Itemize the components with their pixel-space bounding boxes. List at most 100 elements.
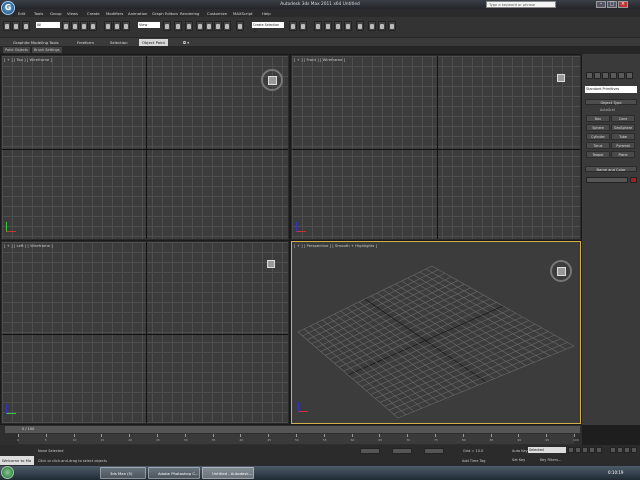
menu-views[interactable]: Views bbox=[67, 11, 78, 16]
teapot-button[interactable]: Teapot bbox=[586, 151, 610, 158]
viewcube-icon[interactable] bbox=[264, 260, 278, 272]
viewport-top[interactable]: [ + ] [ Top ] [ Wireframe ] bbox=[1, 55, 289, 240]
minimize-button[interactable]: – bbox=[596, 1, 606, 8]
system-tray[interactable] bbox=[588, 469, 606, 476]
menu-group[interactable]: Group bbox=[50, 11, 62, 16]
paint-objects-panel[interactable]: Paint Objects bbox=[3, 47, 30, 53]
select-by-name-icon[interactable] bbox=[71, 21, 79, 31]
select-manipulate-icon[interactable] bbox=[174, 21, 182, 31]
help-search-input[interactable]: Type a keyword or phrase bbox=[486, 1, 556, 8]
autogrid-checkbox[interactable]: AutoGrid bbox=[600, 108, 615, 112]
viewport-left[interactable]: [ + ] [ Left ] [ Wireframe ] bbox=[1, 241, 289, 424]
next-frame-icon[interactable] bbox=[589, 447, 595, 453]
taskbar-item-photoshop[interactable]: Adobe Photoshop C... bbox=[148, 467, 200, 479]
zoom-all-icon[interactable] bbox=[617, 447, 623, 453]
viewcube-icon[interactable] bbox=[554, 74, 568, 86]
render-production-icon[interactable] bbox=[388, 21, 396, 31]
object-type-rollout[interactable]: Object Type bbox=[585, 99, 637, 105]
pan-icon[interactable] bbox=[624, 447, 630, 453]
modify-tab-icon[interactable] bbox=[594, 72, 601, 79]
layer-manager-icon[interactable] bbox=[314, 21, 322, 31]
geosphere-button[interactable]: GeoSphere bbox=[611, 124, 635, 131]
select-link-icon[interactable] bbox=[22, 21, 30, 31]
pivot-center-icon[interactable] bbox=[163, 21, 171, 31]
viewport-left-label[interactable]: [ + ] [ Left ] [ Wireframe ] bbox=[4, 243, 53, 248]
rotate-icon[interactable] bbox=[113, 21, 121, 31]
menu-maxscript[interactable]: MAXScript bbox=[233, 11, 253, 16]
undo-icon[interactable] bbox=[3, 21, 11, 31]
select-object-icon[interactable] bbox=[62, 21, 70, 31]
percent-snap-icon[interactable] bbox=[214, 21, 222, 31]
torus-button[interactable]: Torus bbox=[586, 142, 610, 149]
named-selection-set-dropdown[interactable]: Create Selection Se bbox=[252, 22, 284, 33]
move-icon[interactable] bbox=[104, 21, 112, 31]
edit-named-selection-icon[interactable] bbox=[236, 21, 244, 31]
tab-selection[interactable]: Selection bbox=[107, 39, 131, 46]
previous-frame-icon[interactable] bbox=[575, 447, 581, 453]
tube-button[interactable]: Tube bbox=[611, 133, 635, 140]
menu-tools[interactable]: Tools bbox=[34, 11, 43, 16]
mirror-icon[interactable] bbox=[289, 21, 297, 31]
keyboard-shortcut-icon[interactable] bbox=[185, 21, 193, 31]
menu-rendering[interactable]: Rendering bbox=[180, 11, 199, 16]
viewport-top-label[interactable]: [ + ] [ Top ] [ Wireframe ] bbox=[4, 57, 52, 62]
orbit-icon[interactable] bbox=[631, 447, 637, 453]
key-filters-button[interactable]: Key Filters... bbox=[540, 458, 561, 462]
menu-help[interactable]: Help bbox=[262, 11, 271, 16]
taskbar-item-untitled[interactable]: Untitled - Autodesk... bbox=[202, 467, 254, 479]
align-icon[interactable] bbox=[299, 21, 307, 31]
graphite-toggle-icon[interactable] bbox=[324, 21, 332, 31]
display-tab-icon[interactable] bbox=[618, 72, 625, 79]
rectangular-selection-icon[interactable] bbox=[80, 21, 88, 31]
reference-coordinate-dropdown[interactable]: View bbox=[138, 22, 160, 28]
motion-tab-icon[interactable] bbox=[610, 72, 617, 79]
tab-freeform[interactable]: Freeform bbox=[74, 39, 97, 46]
tab-object-paint[interactable]: Object Paint bbox=[139, 39, 168, 46]
go-to-start-icon[interactable] bbox=[568, 447, 574, 453]
z-coord-field[interactable] bbox=[424, 448, 444, 454]
material-editor-icon[interactable] bbox=[356, 21, 364, 31]
brush-settings-panel[interactable]: Brush Settings bbox=[32, 47, 62, 53]
menu-graph-editors[interactable]: Graph Editors bbox=[152, 11, 178, 16]
snaps-toggle-icon[interactable] bbox=[196, 21, 204, 31]
menu-edit[interactable]: Edit bbox=[18, 11, 25, 16]
menu-customize[interactable]: Customize bbox=[207, 11, 227, 16]
render-setup-icon[interactable] bbox=[368, 21, 376, 31]
object-color-swatch[interactable] bbox=[630, 177, 637, 183]
spinner-snap-icon[interactable] bbox=[223, 21, 231, 31]
menu-animation[interactable]: Animation bbox=[128, 11, 147, 16]
y-coord-field[interactable] bbox=[392, 448, 412, 454]
utilities-tab-icon[interactable] bbox=[626, 72, 633, 79]
scale-icon[interactable] bbox=[122, 21, 130, 31]
redo-icon[interactable] bbox=[12, 21, 20, 31]
time-slider[interactable] bbox=[5, 426, 580, 433]
selected-key-dropdown[interactable]: Selected bbox=[528, 447, 566, 453]
menu-create[interactable]: Create bbox=[87, 11, 100, 16]
close-button[interactable]: × bbox=[618, 1, 628, 8]
hierarchy-tab-icon[interactable] bbox=[602, 72, 609, 79]
viewport-front[interactable]: [ + ] [ Front ] [ Wireframe ] bbox=[291, 55, 581, 240]
cylinder-button[interactable]: Cylinder bbox=[586, 133, 610, 140]
play-icon[interactable] bbox=[582, 447, 588, 453]
go-to-end-icon[interactable] bbox=[596, 447, 602, 453]
object-name-field[interactable] bbox=[586, 177, 628, 183]
create-tab-icon[interactable] bbox=[586, 72, 593, 79]
taskbar-item-3dsmax[interactable]: 3ds Max (5) bbox=[100, 467, 146, 479]
x-coord-field[interactable] bbox=[360, 448, 380, 454]
pyramid-button[interactable]: Pyramid bbox=[611, 142, 635, 149]
set-key-button[interactable]: Set Key bbox=[512, 458, 525, 462]
angle-snap-icon[interactable] bbox=[205, 21, 213, 31]
app-logo-button[interactable]: G bbox=[1, 1, 15, 15]
viewcube-icon[interactable] bbox=[261, 69, 283, 91]
plane-button[interactable]: Plane bbox=[611, 151, 635, 158]
tab-graphite-modeling-tools[interactable]: Graphite Modeling Tools bbox=[10, 39, 62, 46]
add-time-tag[interactable]: Add Time Tag bbox=[462, 459, 486, 463]
viewcube-icon[interactable] bbox=[550, 260, 572, 282]
maxscript-listener[interactable]: Welcome to Ma bbox=[0, 456, 34, 465]
auto-key-button[interactable]: Auto Key bbox=[512, 449, 528, 453]
ribbon-options-icon[interactable]: ◘ ▾ bbox=[180, 39, 192, 46]
selection-filter-dropdown[interactable]: All bbox=[36, 22, 60, 28]
maximize-button[interactable]: □ bbox=[607, 1, 617, 8]
start-button[interactable] bbox=[1, 466, 14, 479]
primitive-type-dropdown[interactable]: Standard Primitives bbox=[585, 86, 637, 93]
